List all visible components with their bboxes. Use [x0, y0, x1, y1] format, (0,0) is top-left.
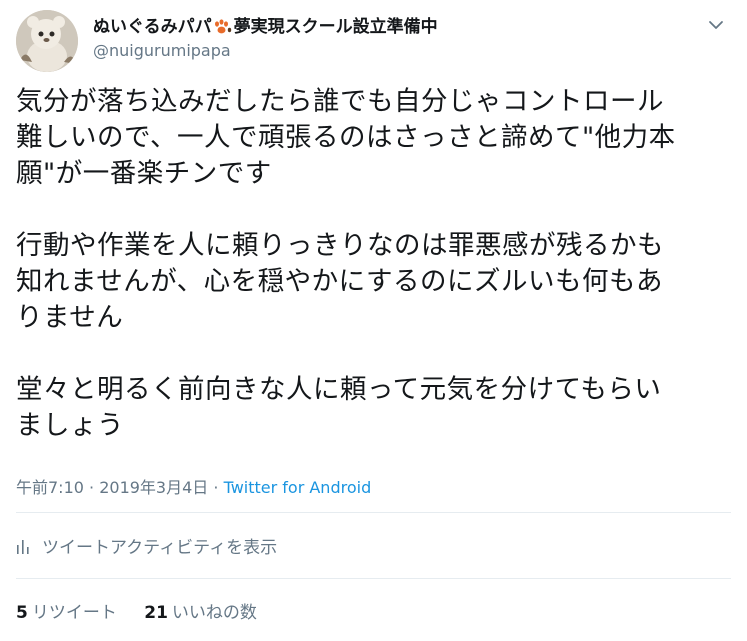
avatar[interactable] — [16, 10, 78, 72]
avatar-image — [16, 10, 78, 72]
likes-label: いいねの数 — [171, 603, 257, 623]
tweet-stats: 5 リツイート 21 いいねの数 — [16, 598, 279, 623]
tweet-date[interactable]: 2019年3月4日 — [99, 478, 208, 497]
display-name[interactable]: ぬいぐるみパパ 夢実現スクール設立準備中 — [93, 16, 438, 38]
likes-count: 21 — [144, 603, 168, 623]
likes-stat[interactable]: 21 いいねの数 — [144, 598, 257, 623]
tweet-source-link[interactable]: Twitter for Android — [224, 478, 372, 497]
retweets-stat[interactable]: 5 リツイート — [16, 598, 117, 623]
tweet-time[interactable]: 午前7:10 — [16, 478, 84, 497]
meta-separator-2: · — [208, 478, 224, 497]
chevron-down-icon[interactable] — [705, 14, 727, 36]
divider-bottom — [16, 578, 731, 579]
view-activity-label: ツイートアクティビティを表示 — [42, 538, 278, 558]
bar-chart-icon — [17, 539, 29, 554]
tweet-text: 気分が落ち込みだしたら誰でも自分じゃコントロール 難しいので、一人で頑張るのはさ… — [16, 86, 676, 441]
view-activity-button[interactable]: ツイートアクティビティを表示 — [16, 533, 277, 558]
display-name-text: ぬいぐるみパパ — [93, 17, 212, 37]
retweets-label: リツイート — [31, 603, 117, 623]
meta-separator-1: · — [83, 478, 100, 497]
user-names: ぬいぐるみパパ 夢実現スクール設立準備中 @nuigurumipapa — [93, 16, 438, 62]
retweets-count: 5 — [16, 603, 28, 623]
paw-icon — [213, 19, 233, 35]
display-name-suffix: 夢実現スクール設立準備中 — [233, 17, 438, 37]
tweet-header: ぬいぐるみパパ 夢実現スクール設立準備中 @nuigurumipapa — [16, 8, 731, 72]
tweet-card: ぬいぐるみパパ 夢実現スクール設立準備中 @nuigurumipapa 気分が落… — [0, 0, 747, 641]
user-handle[interactable]: @nuigurumipapa — [93, 40, 438, 62]
tweet-meta: 午前7:10 · 2019年3月4日 · Twitter for Android — [16, 474, 371, 498]
divider-top — [16, 512, 731, 513]
